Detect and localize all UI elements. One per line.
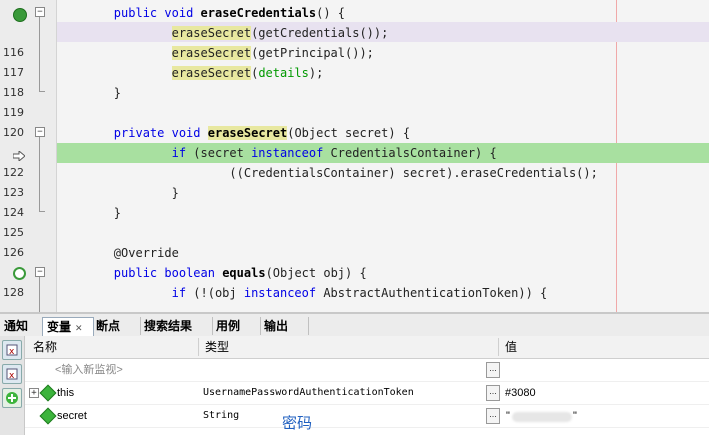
- line-number: 124: [3, 206, 24, 219]
- code-line[interactable]: public void eraseCredentials() {: [56, 3, 345, 23]
- tab-usages[interactable]: 用例: [212, 317, 261, 335]
- tab-output[interactable]: 输出: [260, 317, 309, 335]
- line-number: 116: [3, 46, 24, 59]
- variable-name: secret: [57, 410, 87, 422]
- variables-toolbar: x x: [0, 336, 25, 435]
- line-number: 123: [3, 186, 24, 199]
- code-line[interactable]: eraseSecret(getCredentials());: [56, 23, 388, 43]
- show-variables-icon[interactable]: x: [2, 364, 22, 384]
- code-line[interactable]: ((CredentialsContainer) secret).eraseCre…: [56, 163, 597, 183]
- fold-guide-end: [39, 91, 45, 92]
- line-number: 126: [3, 246, 24, 259]
- code-line[interactable]: eraseSecret(getPrincipal());: [56, 43, 374, 63]
- code-editor[interactable]: public void eraseCredentials() { eraseSe…: [0, 0, 709, 312]
- value-close-quote: ": [573, 410, 577, 422]
- tab-notifications[interactable]: 通知: [0, 317, 43, 335]
- line-number: 120: [3, 126, 24, 139]
- tab-search-results[interactable]: 搜索结果: [140, 317, 213, 335]
- table-header: 名称 类型 值: [25, 336, 709, 359]
- code-line[interactable]: }: [56, 203, 121, 223]
- tab-breakpoints[interactable]: 断点: [92, 317, 141, 335]
- line-number: 119: [3, 106, 24, 119]
- tab-variables[interactable]: 变量 ✕: [42, 317, 94, 336]
- debugger-panel: 通知 变量 ✕ 断点 搜索结果 用例 输出 x x 名称 类型 值 <输入新监视>…: [0, 312, 709, 435]
- expand-toggle-icon[interactable]: +: [29, 388, 39, 398]
- fold-guide: [39, 17, 40, 91]
- edit-button[interactable]: ...: [486, 362, 500, 378]
- column-type[interactable]: 类型: [205, 336, 229, 358]
- new-watch-placeholder[interactable]: <输入新监视>: [55, 359, 123, 381]
- svg-text:x: x: [9, 371, 15, 381]
- code-line[interactable]: if (!(obj instanceof AbstractAuthenticat…: [56, 283, 548, 303]
- edit-button[interactable]: ...: [486, 408, 500, 424]
- panel-tabs: 通知 变量 ✕ 断点 搜索结果 用例 输出: [0, 316, 709, 336]
- redacted-value: [512, 412, 572, 422]
- close-tab-icon[interactable]: ✕: [75, 323, 83, 333]
- line-number: 128: [3, 286, 24, 299]
- line-number: 122: [3, 166, 24, 179]
- field-icon: [39, 384, 57, 402]
- line-number: 125: [3, 226, 24, 239]
- fold-guide: [39, 277, 40, 312]
- field-icon: [39, 407, 57, 425]
- overlay-caption: 密码: [282, 415, 313, 432]
- variables-table: 名称 类型 值 <输入新监视> ... + this UsernamePassw…: [25, 336, 709, 435]
- variable-name: this: [57, 387, 75, 399]
- fold-toggle-icon[interactable]: −: [35, 127, 45, 137]
- code-line[interactable]: if (secret instanceof CredentialsContain…: [56, 143, 497, 163]
- table-row[interactable]: secret String ... " ": [25, 405, 709, 428]
- program-counter-icon: [12, 148, 26, 163]
- fold-guide-end: [39, 211, 45, 212]
- implements-marker-icon[interactable]: [13, 267, 26, 280]
- variable-value[interactable]: #3080: [505, 382, 536, 404]
- svg-text:x: x: [9, 347, 15, 357]
- new-watch-icon[interactable]: [2, 388, 22, 408]
- code-line[interactable]: [56, 223, 114, 243]
- variable-type: UsernamePasswordAuthenticationToken: [203, 387, 414, 398]
- column-name[interactable]: 名称: [33, 336, 57, 358]
- line-number: 117: [3, 66, 24, 79]
- fold-toggle-icon[interactable]: −: [35, 7, 45, 17]
- edit-button[interactable]: ...: [486, 385, 500, 401]
- code-line[interactable]: @Override: [56, 243, 179, 263]
- column-divider[interactable]: [498, 338, 499, 356]
- code-line[interactable]: public boolean equals(Object obj) {: [56, 263, 367, 283]
- code-line[interactable]: private void eraseSecret(Object secret) …: [56, 123, 410, 143]
- table-row-new-watch[interactable]: <输入新监视> ...: [25, 359, 709, 382]
- column-divider[interactable]: [198, 338, 199, 356]
- code-line[interactable]: [56, 103, 114, 123]
- line-number: 118: [3, 86, 24, 99]
- fold-guide: [39, 137, 40, 211]
- value-open-quote: ": [506, 410, 510, 422]
- fold-toggle-icon[interactable]: −: [35, 267, 45, 277]
- watch-expression-icon[interactable]: x: [2, 340, 22, 360]
- column-value[interactable]: 值: [505, 336, 517, 358]
- table-row[interactable]: + this UsernamePasswordAuthenticationTok…: [25, 382, 709, 405]
- override-marker-icon[interactable]: [13, 8, 27, 22]
- code-line[interactable]: eraseSecret(details);: [56, 63, 323, 83]
- code-line[interactable]: }: [56, 83, 121, 103]
- variable-type: String: [203, 410, 240, 421]
- code-line[interactable]: }: [56, 183, 179, 203]
